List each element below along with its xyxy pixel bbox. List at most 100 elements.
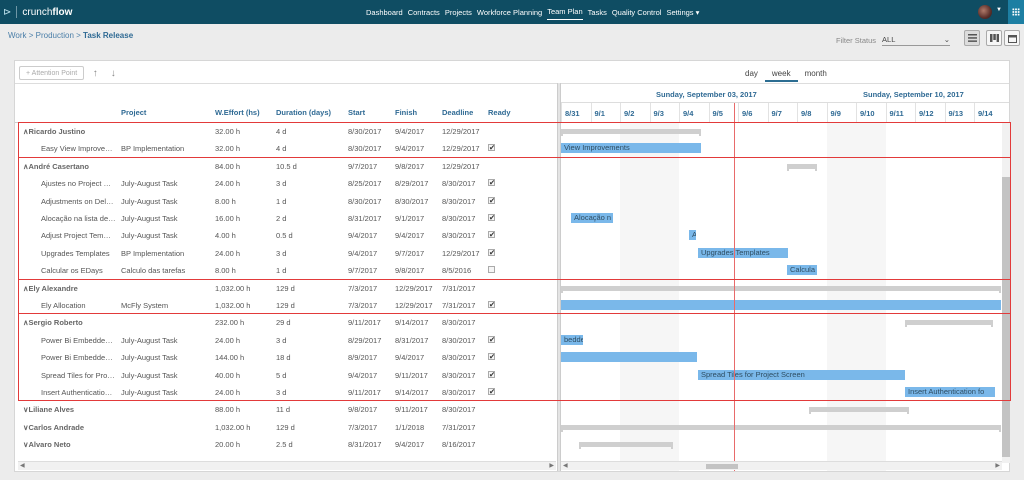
- grid-horizontal-scrollbar[interactable]: ◀ ▶: [18, 461, 556, 470]
- summary-bar[interactable]: [561, 424, 1001, 432]
- week-label: Sunday, September 03, 2017: [656, 90, 757, 99]
- nav-item-tasks[interactable]: Tasks: [588, 5, 607, 20]
- highlight-group-box: [18, 278, 1011, 315]
- main-nav: Dashboard Contracts Projects Workforce Plan…: [366, 0, 704, 24]
- logo-mark-icon: ⊳: [3, 6, 12, 18]
- board-icon: [989, 34, 999, 42]
- day-column-header: 9/1: [590, 103, 621, 123]
- work-effort: 20.00 h: [215, 440, 241, 450]
- column-header-project[interactable]: Project: [121, 108, 146, 117]
- day-column-header: 9/14: [974, 103, 1004, 123]
- nav-item-team-plan[interactable]: Team Plan: [547, 4, 583, 20]
- user-menu-caret-icon[interactable]: ▼: [996, 7, 1002, 13]
- crunchflow-logo[interactable]: ⊳ crunchflow: [3, 5, 72, 19]
- deadline-date: 7/31/2017: [442, 422, 476, 432]
- start-date: 7/3/2017: [348, 422, 378, 432]
- work-effort: 88.00 h: [215, 405, 241, 415]
- scale-month-tab[interactable]: month: [798, 69, 834, 82]
- task-name: ∨Alvaro Neto: [23, 440, 71, 450]
- finish-date: 9/4/2017: [395, 440, 425, 450]
- scale-day-tab[interactable]: day: [738, 69, 765, 82]
- filter-status: Filter Status ALL ⌄: [836, 35, 951, 46]
- filter-status-value: ALL: [882, 35, 896, 44]
- week-label: Sunday, September 10, 2017: [863, 90, 964, 99]
- column-header-effort[interactable]: W.Effort (hs): [215, 108, 260, 117]
- day-column-header: 9/11: [885, 103, 916, 123]
- filter-status-label: Filter Status: [836, 36, 877, 45]
- duration: 11 d: [276, 405, 291, 415]
- column-header-start[interactable]: Start: [348, 108, 365, 117]
- calendar-icon: [1007, 34, 1017, 43]
- team-plan-panel: + Attention Point ↑ ↓ day week month Proje…: [14, 60, 1011, 472]
- apps-grid-button[interactable]: [1008, 0, 1024, 24]
- brand-name: crunchflow: [22, 6, 73, 18]
- arrow-up-icon[interactable]: ↑: [88, 66, 102, 80]
- gantt-horizontal-scrollbar[interactable]: ◀ ▶: [561, 461, 1002, 470]
- timescale-switcher: day week month: [738, 69, 834, 82]
- day-column-header: 8/31: [561, 103, 591, 123]
- breadcrumb-separator: >: [73, 31, 84, 40]
- summary-bar[interactable]: [579, 442, 673, 450]
- gantt-day-header: 8/31 9/1 9/2 9/3 9/4 9/5 9/6 9/7 9/8 9/9 9/10 9/11 9…: [561, 103, 1009, 123]
- day-column-header: 9/13: [944, 103, 975, 123]
- day-column-header: 9/12: [915, 103, 945, 123]
- day-column-header: 9/3: [649, 103, 680, 123]
- chevron-down-icon: ⌄: [943, 35, 951, 44]
- nav-item-settings[interactable]: Settings ▾: [666, 5, 699, 20]
- column-header-ready[interactable]: Ready: [488, 108, 511, 117]
- gantt-week-header: Sunday, September 03, 2017 Sunday, Septe…: [561, 83, 1009, 103]
- day-column-header: 9/8: [797, 103, 827, 123]
- day-column-header: 9/9: [826, 103, 857, 123]
- nav-item-contracts[interactable]: Contracts: [408, 5, 440, 20]
- breadcrumb-separator: >: [26, 31, 36, 40]
- list-view-button[interactable]: [964, 30, 980, 46]
- day-column-header: 9/4: [679, 103, 709, 123]
- finish-date: 1/1/2018: [395, 422, 425, 432]
- filter-status-select[interactable]: ALL ⌄: [882, 35, 951, 46]
- highlight-group-box: [18, 156, 1011, 280]
- day-column-header: 9/10: [856, 103, 886, 123]
- scroll-left-icon[interactable]: ◀: [20, 462, 25, 469]
- group-row[interactable]: ∨Alvaro Neto 20.00 h 2.5 d 8/31/2017 9/4/201…: [15, 436, 557, 453]
- apps-grid-icon: [1012, 8, 1020, 16]
- work-effort: 1,032.00 h: [215, 422, 251, 432]
- column-header-deadline[interactable]: Deadline: [442, 108, 473, 117]
- group-row[interactable]: ∨Liliane Alves 88.00 h 11 d 9/8/2017 9/11/20…: [15, 401, 557, 418]
- horizontal-scrollbar-thumb[interactable]: [706, 464, 738, 469]
- nav-item-projects[interactable]: Projects: [445, 5, 472, 20]
- breadcrumb: Work > Production > Task Release: [8, 31, 133, 40]
- list-icon: [967, 34, 977, 42]
- duration: 2.5 d: [276, 440, 293, 450]
- user-avatar[interactable]: [978, 5, 992, 19]
- attention-point-button[interactable]: + Attention Point: [19, 66, 85, 80]
- breadcrumb-production[interactable]: Production: [36, 31, 74, 40]
- scroll-right-icon[interactable]: ▶: [995, 462, 1000, 469]
- finish-date: 9/11/2017: [395, 405, 428, 415]
- group-row[interactable]: ∨Carlos Andrade 1,032.00 h 129 d 7/3/2017 1/…: [15, 419, 557, 436]
- breadcrumb-current: Task Release: [83, 31, 134, 40]
- duration: 129 d: [276, 422, 295, 432]
- column-header-finish[interactable]: Finish: [395, 108, 417, 117]
- summary-bar[interactable]: [809, 407, 909, 415]
- scroll-left-icon[interactable]: ◀: [563, 462, 568, 469]
- column-header-duration[interactable]: Duration (days): [276, 108, 331, 117]
- highlight-group-box: [18, 122, 1011, 158]
- scroll-right-icon[interactable]: ▶: [549, 462, 554, 469]
- day-column-header: 9/2: [620, 103, 650, 123]
- calendar-view-button[interactable]: [1004, 30, 1020, 46]
- breadcrumb-work[interactable]: Work: [8, 31, 27, 40]
- top-navigation-bar: ⊳ crunchflow Dashboard Contracts Projects W…: [0, 0, 1024, 24]
- arrow-down-icon[interactable]: ↓: [106, 66, 120, 80]
- start-date: 8/31/2017: [348, 440, 382, 450]
- nav-item-quality-control[interactable]: Quality Control: [612, 5, 662, 20]
- task-name: ∨Carlos Andrade: [23, 422, 85, 432]
- nav-item-dashboard[interactable]: Dashboard: [366, 5, 403, 20]
- scale-week-tab[interactable]: week: [764, 69, 798, 82]
- deadline-date: 8/16/2017: [442, 440, 476, 450]
- day-column-header: 9/6: [738, 103, 768, 123]
- nav-item-workforce-planning[interactable]: Workforce Planning: [477, 5, 542, 20]
- board-view-button[interactable]: [986, 30, 1002, 46]
- logo-divider: [16, 6, 18, 18]
- gantt-toolbar: + Attention Point ↑ ↓: [19, 66, 120, 80]
- start-date: 9/8/2017: [348, 405, 378, 415]
